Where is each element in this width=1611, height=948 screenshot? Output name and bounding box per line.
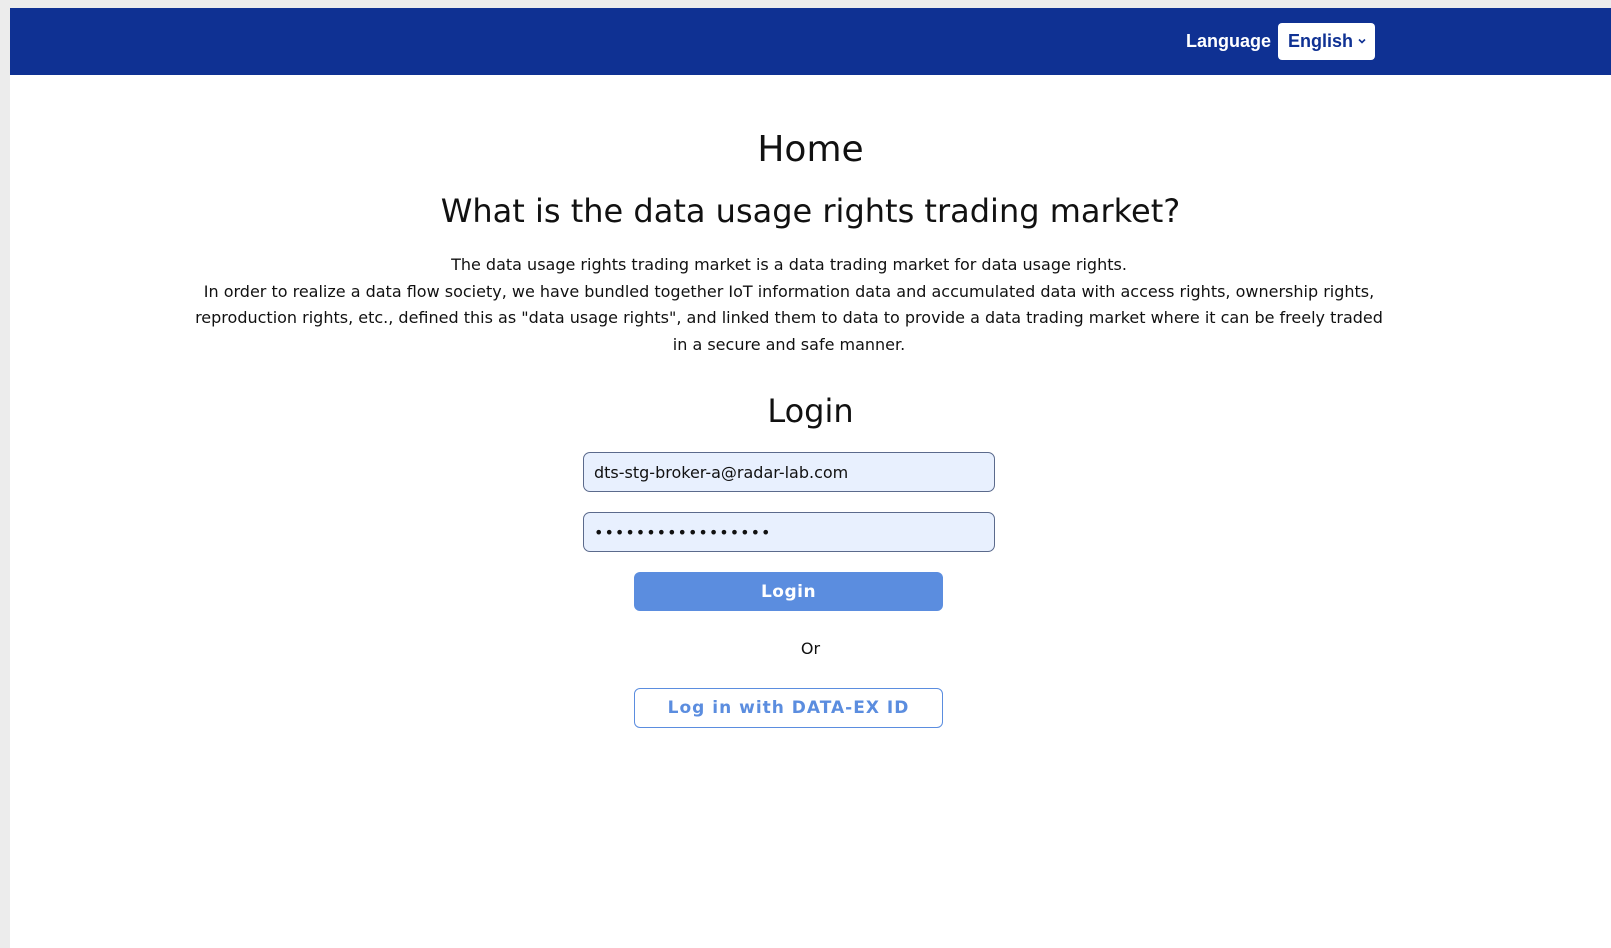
language-label: Language (1186, 31, 1272, 51)
chevron-down-icon (1358, 38, 1366, 44)
dataex-login-button[interactable]: Log in with DATA-EX ID (634, 688, 943, 728)
page-frame: Language English Home What is the data u… (10, 8, 1611, 948)
language-selected-value: English (1288, 31, 1354, 51)
description-line: reproduction rights, etc., defined this … (195, 308, 1383, 327)
email-field[interactable] (583, 452, 995, 492)
description-line: in a secure and safe manner. (672, 334, 906, 354)
or-separator: Or (800, 639, 821, 658)
password-field[interactable] (583, 512, 995, 552)
description-line: The data usage rights trading market is … (451, 255, 1127, 274)
top-navigation-bar: Language English (10, 8, 1611, 75)
page-title: Home (757, 129, 864, 170)
language-select[interactable]: English (1278, 23, 1375, 60)
description-line: In order to realize a data flow society,… (203, 281, 1375, 301)
about-heading: What is the data usage rights trading ma… (440, 192, 1181, 230)
about-description: The data usage rights trading market is … (180, 252, 1398, 358)
login-button[interactable]: Login (634, 572, 943, 611)
login-heading: Login (767, 392, 854, 430)
